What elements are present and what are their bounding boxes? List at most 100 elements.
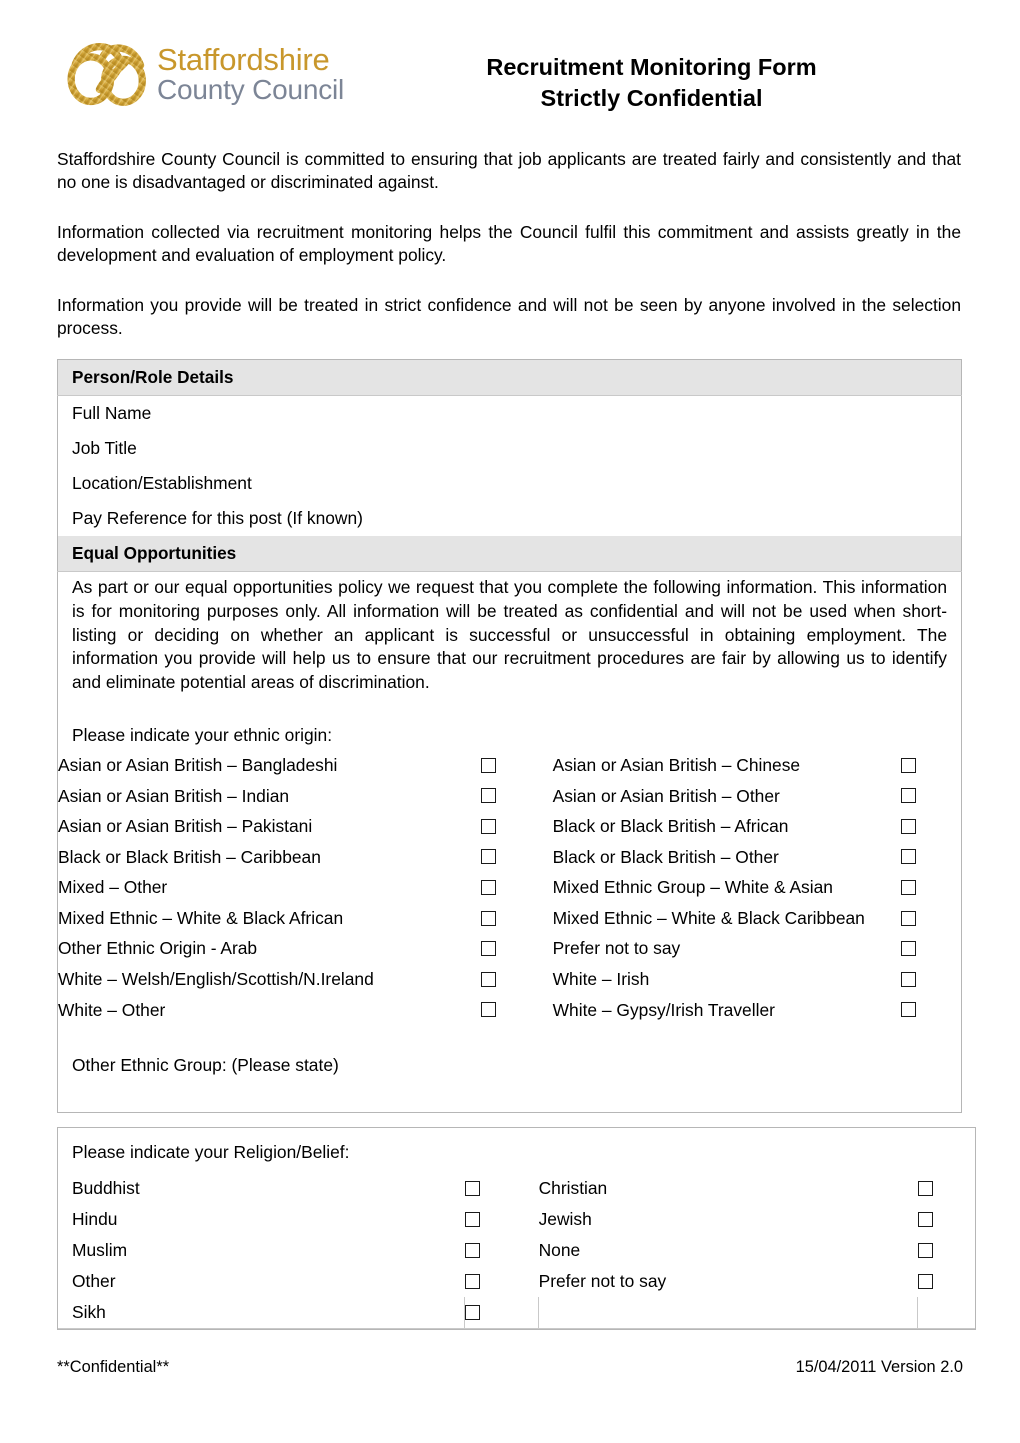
checkbox-icon[interactable] (481, 788, 497, 804)
religion-option-label-right: None (538, 1240, 581, 1261)
field-label-job-title[interactable]: Job Title (58, 431, 962, 466)
religion-row: Hindu Jewish (58, 1204, 975, 1235)
religion-checkbox-left[interactable] (464, 1266, 538, 1297)
religion-checkbox-right[interactable] (917, 1235, 975, 1266)
religion-checkbox-left[interactable] (464, 1204, 538, 1235)
checkbox-icon[interactable] (481, 910, 497, 926)
ethnic-option-label-left: White – Other (58, 999, 166, 1020)
religion-checkbox-right[interactable] (917, 1204, 975, 1235)
ethnic-checkbox-right[interactable] (901, 964, 961, 995)
religion-option-label-left: Sikh (58, 1297, 465, 1330)
checkbox-icon[interactable] (481, 1002, 497, 1018)
checkbox-icon[interactable] (901, 849, 917, 865)
ethnic-checkbox-left[interactable] (481, 750, 553, 781)
checkbox-icon[interactable] (917, 1243, 933, 1259)
ethnic-checkbox-left[interactable] (481, 934, 553, 965)
document-header: Staffordshire County Council Recruitment… (57, 0, 963, 111)
field-label-pay-reference[interactable]: Pay Reference for this post (If known) (58, 501, 962, 536)
ethnic-option-label-right: Mixed Ethnic Group – White & Asian (552, 877, 833, 898)
page-footer: **Confidential** 15/04/2011 Version 2.0 (57, 1358, 963, 1377)
checkbox-icon[interactable] (481, 757, 497, 773)
ethnic-row: Mixed – Other Mixed Ethnic Group – White … (58, 873, 961, 904)
ethnic-option-label-right: Asian or Asian British – Chinese (552, 754, 801, 775)
field-label-location-establishment[interactable]: Location/Establishment (58, 466, 962, 501)
ethnic-checkbox-right[interactable] (901, 934, 961, 965)
checkbox-icon[interactable] (901, 971, 917, 987)
ethnic-option-label-right: Asian or Asian British – Other (552, 785, 780, 806)
ethnic-option-label-right: White – Gypsy/Irish Traveller (552, 999, 775, 1020)
checkbox-icon[interactable] (464, 1305, 480, 1321)
ethnic-row: Asian or Asian British – Indian Asian or … (58, 781, 961, 812)
religion-checkbox-right (917, 1297, 975, 1330)
ethnic-checkbox-right[interactable] (901, 995, 961, 1026)
ethnic-checkbox-left[interactable] (481, 781, 553, 812)
ethnic-origin-prompt: Please indicate your ethnic origin: (72, 725, 333, 746)
checkbox-icon[interactable] (481, 849, 497, 865)
equal-opportunities-body-row: As part or our equal opportunities polic… (58, 571, 962, 699)
ethnic-checkbox-right[interactable] (901, 781, 961, 812)
ethnic-option-label-left: Other Ethnic Origin - Arab (58, 938, 258, 959)
ethnic-checkbox-left[interactable] (481, 964, 553, 995)
other-ethnic-group-label[interactable]: Other Ethnic Group: (Please state) (58, 1025, 962, 1113)
checkbox-icon[interactable] (464, 1212, 480, 1228)
ethnic-checkbox-left[interactable] (481, 873, 553, 904)
religion-checkbox-grid: Buddhist Christian Hindu Jewish Muslim None Ot… (58, 1173, 975, 1330)
checkbox-icon[interactable] (917, 1212, 933, 1228)
religion-prompt-row: Please indicate your Religion/Belief: (58, 1128, 976, 1174)
religion-row: Sikh (58, 1297, 975, 1330)
checkbox-icon[interactable] (901, 788, 917, 804)
checkbox-icon[interactable] (481, 880, 497, 896)
ethnic-checkbox-right[interactable] (901, 842, 961, 873)
ethnic-checkbox-left[interactable] (481, 995, 553, 1026)
checkbox-icon[interactable] (464, 1181, 480, 1197)
checkbox-icon[interactable] (464, 1274, 480, 1290)
religion-checkbox-right[interactable] (917, 1266, 975, 1297)
ethnic-option-label-left: Asian or Asian British – Pakistani (58, 816, 313, 837)
checkbox-icon[interactable] (901, 910, 917, 926)
equal-opportunities-body: As part or our equal opportunities polic… (72, 576, 947, 693)
religion-checkbox-left[interactable] (464, 1173, 538, 1204)
ethnic-checkbox-left[interactable] (481, 903, 553, 934)
religion-prompt: Please indicate your Religion/Belief: (72, 1142, 350, 1163)
ethnic-prompt-row: Please indicate your ethnic origin: (58, 699, 962, 750)
ethnic-option-label-right: Black or Black British – Other (552, 846, 779, 867)
religion-checkbox-left[interactable] (464, 1235, 538, 1266)
ethnic-option-label-left: Mixed – Other (58, 877, 168, 898)
ethnic-origin-checkbox-grid: Asian or Asian British – Bangladeshi Asia… (58, 750, 961, 1025)
religion-option-label-left: Muslim (72, 1240, 128, 1261)
ethnic-option-label-left: Black or Black British – Caribbean (58, 846, 321, 867)
checkbox-icon[interactable] (901, 941, 917, 957)
checkbox-icon[interactable] (901, 880, 917, 896)
logo-line-county-council: County Council (157, 74, 345, 105)
other-ethnic-group-row: Other Ethnic Group: (Please state) (58, 1025, 962, 1113)
checkbox-icon[interactable] (901, 1002, 917, 1018)
title-line-2: Strictly Confidential (540, 85, 763, 112)
person-role-heading: Person/Role Details (57, 359, 962, 396)
religion-checkbox-right[interactable] (917, 1173, 975, 1204)
ethnic-checkbox-left[interactable] (481, 842, 553, 873)
ethnic-option-label-right: White – Irish (552, 969, 650, 990)
ethnic-option-label-left: Mixed Ethnic – White & Black African (58, 907, 344, 928)
checkbox-icon[interactable] (901, 818, 917, 834)
ethnic-checkbox-right[interactable] (901, 811, 961, 842)
field-label-full-name[interactable]: Full Name (58, 395, 962, 431)
footer-confidential-text: **Confidential** (57, 1358, 170, 1376)
religion-checkbox-left[interactable] (464, 1297, 540, 1330)
person-role-heading-row: Person/Role Details (57, 359, 962, 396)
checkbox-icon[interactable] (917, 1274, 933, 1290)
religion-option-label-left: Buddhist (72, 1178, 140, 1199)
checkbox-icon[interactable] (481, 941, 497, 957)
checkbox-icon[interactable] (917, 1181, 933, 1197)
ethnic-checkbox-right[interactable] (901, 873, 961, 904)
checkbox-icon[interactable] (481, 818, 497, 834)
council-logo: Staffordshire County Council (57, 30, 365, 110)
ethnic-checkbox-right[interactable] (901, 903, 961, 934)
religion-row: Buddhist Christian (58, 1173, 975, 1204)
checkbox-icon[interactable] (481, 971, 497, 987)
ethnic-checkbox-left[interactable] (481, 811, 553, 842)
ethnic-checkbox-right[interactable] (901, 750, 961, 781)
checkbox-icon[interactable] (901, 757, 917, 773)
staffordshire-knot-icon (67, 42, 146, 106)
ethnic-option-label-right: Black or Black British – African (552, 816, 789, 837)
checkbox-icon[interactable] (464, 1243, 480, 1259)
